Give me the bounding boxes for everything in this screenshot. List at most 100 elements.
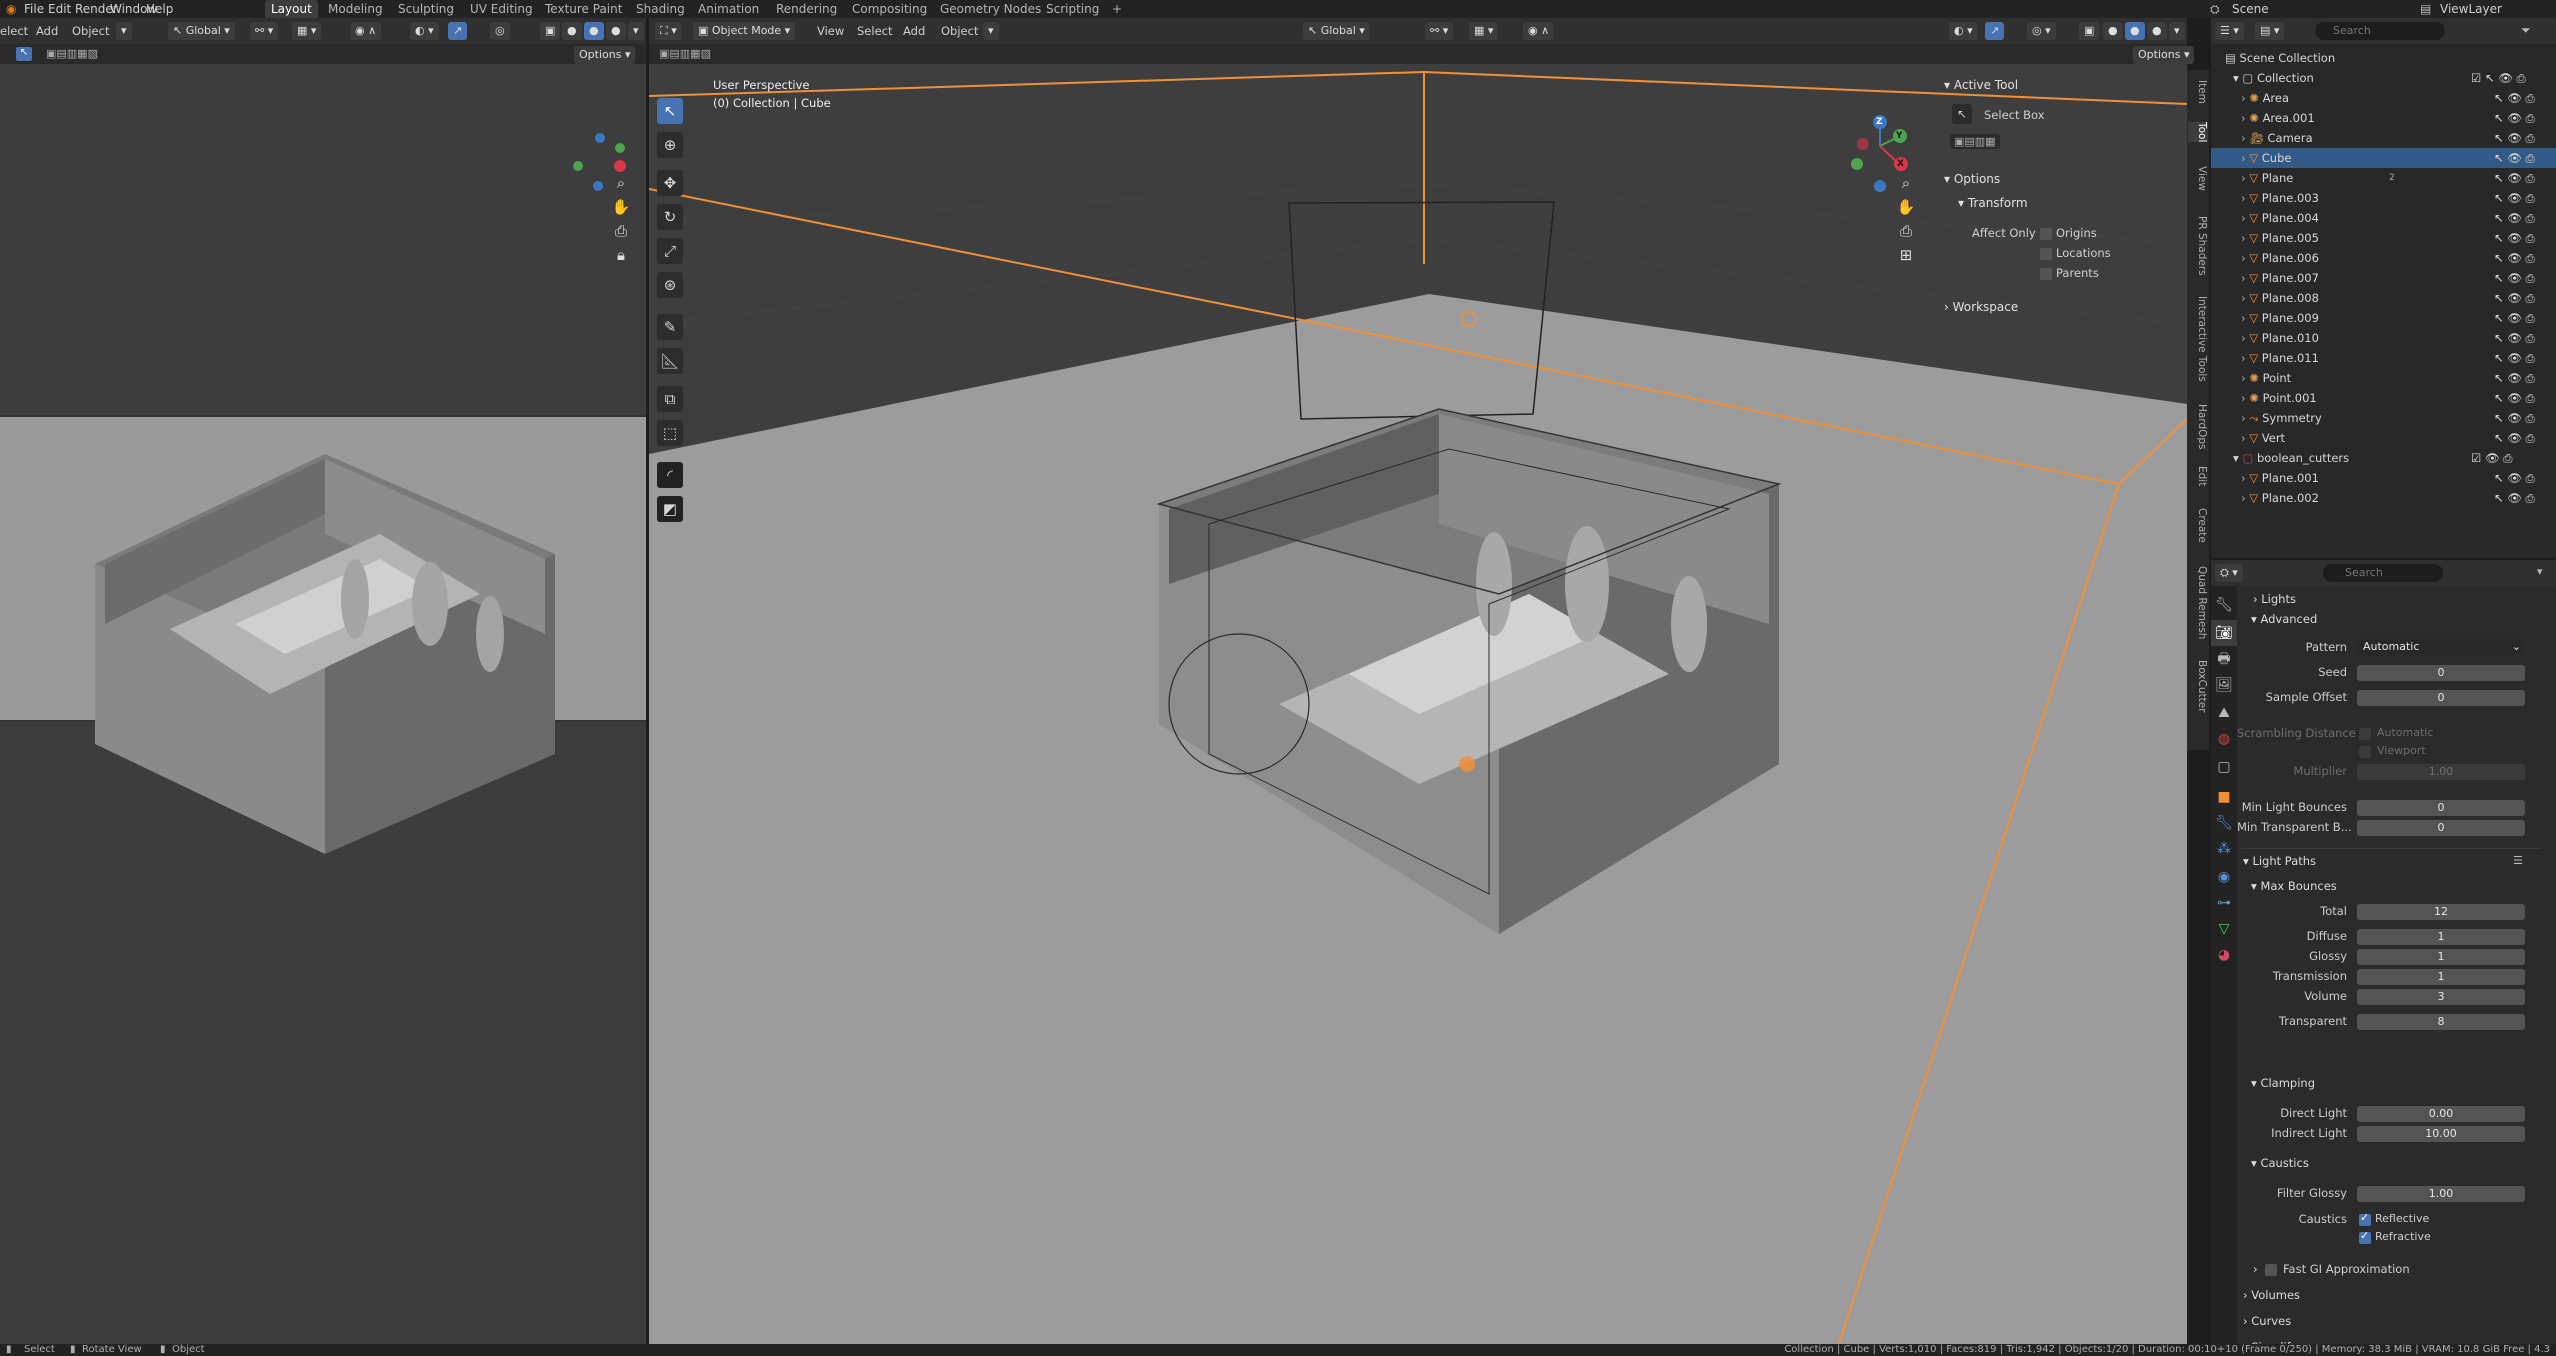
proportional-edit-button[interactable]: ◉ ∧ xyxy=(1523,22,1555,40)
menu-edit[interactable]: Edit xyxy=(48,1,71,17)
shading-options-button[interactable]: ▾ xyxy=(628,22,644,40)
min-light-bounces-field[interactable]: 0 xyxy=(2357,800,2525,816)
outliner-visibility-icons[interactable]: ↖ 👁︎ ⎙ xyxy=(2494,248,2535,268)
outliner-visibility-icons[interactable]: ↖ 👁︎ ⎙ xyxy=(2494,168,2535,188)
tab-pr-shaders[interactable]: PR Shaders xyxy=(2188,216,2208,276)
snap-dropdown[interactable]: ▦ ▾ xyxy=(292,22,322,40)
outliner-item[interactable]: › ▽ Plane.006 ↖ 👁︎ ⎙ xyxy=(2211,248,2556,268)
editor-options-dropdown[interactable]: ▾ xyxy=(983,22,999,40)
tab-item[interactable]: Item xyxy=(2188,80,2208,104)
menu-add[interactable]: Add xyxy=(36,24,58,38)
camera-view-icon[interactable]: ⎙ xyxy=(1895,220,1917,242)
curves-panel[interactable]: › Curves xyxy=(2243,1314,2291,1328)
outliner-visibility-icons[interactable]: ↖ 👁︎ ⎙ xyxy=(2494,208,2535,228)
min-transparent-bounces-field[interactable]: 0 xyxy=(2357,820,2525,836)
bounce-field[interactable]: 1 xyxy=(2357,929,2525,945)
menu-select[interactable]: Select xyxy=(857,24,892,38)
outliner-item[interactable]: › ▽ Plane.001 ↖ 👁︎ ⎙ xyxy=(2211,468,2556,488)
physics-icon[interactable]: ◉ xyxy=(2211,864,2237,890)
tab-scripting[interactable]: Scripting xyxy=(1040,0,1105,18)
outliner-item[interactable]: › ✺ Area.001 ↖ 👁︎ ⎙ xyxy=(2211,108,2556,128)
constraints-icon[interactable]: ⊶ xyxy=(2211,890,2237,916)
menu-object[interactable]: Object xyxy=(941,24,978,38)
collection-row[interactable]: ▾ ▢ Collection ☑ ↖ 👁︎ ⎙ xyxy=(2211,68,2556,88)
editor-type-dropdown[interactable]: ⛶ ▾ xyxy=(655,22,682,40)
shading-solid-button[interactable]: ● xyxy=(562,22,582,40)
outliner-item[interactable]: › ⤳ Symmetry ↖ 👁︎ ⎙ xyxy=(2211,408,2556,428)
scene-icon[interactable]: ⛭ xyxy=(2210,1,2220,17)
lights-subpanel[interactable]: › Lights xyxy=(2253,592,2296,606)
transform-header[interactable]: ▾ Transform xyxy=(1958,196,2028,210)
presets-list-icon[interactable]: ☰ xyxy=(2513,854,2523,867)
shading-material-button[interactable]: ● xyxy=(2125,22,2145,40)
outliner-item[interactable]: › ▽ Cube ↖ 👁︎ ⎙ xyxy=(2211,148,2556,168)
material-properties-icon[interactable]: ◕ xyxy=(2211,942,2237,968)
fast-gi-checkbox[interactable] xyxy=(2265,1264,2277,1276)
advanced-subpanel[interactable]: ▾ Advanced xyxy=(2251,612,2317,626)
scene-name[interactable]: Scene xyxy=(2232,1,2269,17)
visibility-dropdown[interactable]: ◐ ▾ xyxy=(410,22,439,40)
options-button[interactable]: Options ▾ xyxy=(2133,46,2195,64)
outliner-visibility-icons[interactable]: ↖ 👁︎ ⎙ xyxy=(2494,408,2535,428)
outliner-item[interactable]: › ▽ Plane.008 ↖ 👁︎ ⎙ xyxy=(2211,288,2556,308)
tab-quad-remesh[interactable]: Quad Remesh xyxy=(2188,566,2208,639)
gizmo-toggle[interactable]: ↗ xyxy=(1985,22,2005,40)
tab-boxcutter[interactable]: BoxCutter xyxy=(2188,660,2208,713)
filter-icon[interactable]: ⏷ xyxy=(2521,23,2531,38)
mode-dropdown[interactable]: ▣ Object Mode ▾ xyxy=(693,22,796,40)
tab-interactive-tools[interactable]: Interactive Tools xyxy=(2188,296,2208,382)
overlays-toggle[interactable]: ◎ ▾ xyxy=(2027,22,2056,40)
shading-rendered-button[interactable]: ● xyxy=(606,22,626,40)
tab-modeling[interactable]: Modeling xyxy=(322,0,389,18)
outliner-search-input[interactable]: Search xyxy=(2315,22,2445,40)
clamping-subpanel[interactable]: ▾ Clamping xyxy=(2251,1076,2315,1090)
menu-object[interactable]: Object xyxy=(72,24,109,38)
tab-edit[interactable]: Edit xyxy=(2188,466,2208,486)
locations-checkbox[interactable] xyxy=(2040,248,2052,260)
outliner-item[interactable]: › ▽ Plane ↖ 👁︎ ⎙ 2 xyxy=(2211,168,2556,188)
world-properties-icon[interactable]: ◍ xyxy=(2211,726,2237,752)
transform-tool-icon[interactable]: ⊛ xyxy=(657,272,683,298)
outliner-item[interactable]: › ▽ Plane.009 ↖ 👁︎ ⎙ xyxy=(2211,308,2556,328)
scrambling-viewport-checkbox[interactable] xyxy=(2359,746,2371,758)
gizmo-y-label[interactable]: Y xyxy=(1896,131,1903,141)
display-mode-dropdown[interactable]: ▤ ▾ xyxy=(2255,22,2285,40)
outliner-item[interactable]: › ▽ Plane.011 ↖ 👁︎ ⎙ xyxy=(2211,348,2556,368)
outliner-visibility-icons[interactable]: ↖ 👁︎ ⎙ xyxy=(2494,128,2535,148)
lock-icon[interactable]: 🔒︎ xyxy=(610,244,632,266)
seed-field[interactable]: 0 xyxy=(2357,665,2525,681)
tab-compositing[interactable]: Compositing xyxy=(846,0,933,18)
box-cutter-tool-icon[interactable]: ⬚ xyxy=(657,420,683,446)
tab-view[interactable]: View xyxy=(2188,166,2208,191)
output-properties-icon[interactable]: 🖶︎ xyxy=(2211,646,2237,672)
tab-rendering[interactable]: Rendering xyxy=(770,0,843,18)
left-viewport[interactable]: elect Add Object ▾ ↖ Global ▾ ⚯ ▾ ▦ ▾ ◉ … xyxy=(0,18,646,1344)
editor-type-dropdown[interactable]: ☰ ▾ xyxy=(2215,22,2244,40)
light-paths-panel[interactable]: ▾ Light Paths xyxy=(2243,854,2316,868)
annotate-tool-icon[interactable]: ✎ xyxy=(657,314,683,340)
outliner-visibility-icons[interactable]: ↖ 👁︎ ⎙ xyxy=(2494,468,2535,488)
outliner-visibility-icons[interactable]: ↖ 👁︎ ⎙ xyxy=(2494,308,2535,328)
selection-mode-buttons[interactable]: ▣▤▥▦▧ xyxy=(46,47,98,60)
render-properties-icon[interactable]: 📷︎ xyxy=(2211,620,2237,646)
measure-tool-icon[interactable]: 📐︎ xyxy=(657,348,683,374)
outliner-visibility-icons[interactable]: ↖ 👁︎ ⎙ xyxy=(2494,88,2535,108)
orientation-dropdown[interactable]: ↖ Global ▾ xyxy=(1303,22,1370,40)
pan-hand-icon[interactable]: ✋ xyxy=(1895,196,1917,218)
add-workspace-button[interactable]: + xyxy=(1106,0,1128,18)
view-layer-icon[interactable]: 🖼︎ xyxy=(2211,672,2237,698)
options-header[interactable]: ▾ Options xyxy=(1944,172,2000,186)
origins-checkbox[interactable] xyxy=(2040,228,2052,240)
menu-add[interactable]: Add xyxy=(903,24,925,38)
gizmo-z-label[interactable]: Z xyxy=(1876,117,1883,127)
move-tool-icon[interactable]: ✥ xyxy=(657,170,683,196)
outliner-visibility-icons[interactable]: ↖ 👁︎ ⎙ xyxy=(2494,348,2535,368)
active-tool-header[interactable]: ▾ Active Tool xyxy=(1944,78,2018,92)
caustics-subpanel[interactable]: ▾ Caustics xyxy=(2251,1156,2309,1170)
menu-view[interactable]: View xyxy=(817,24,844,38)
selection-mode-buttons[interactable]: ▣▤▥▦▧ xyxy=(659,47,711,60)
tab-animation[interactable]: Animation xyxy=(692,0,765,18)
pivot-dropdown[interactable]: ⚯ ▾ xyxy=(1425,22,1454,40)
bounce-field[interactable]: 1 xyxy=(2357,949,2525,965)
outliner-item[interactable]: › ▽ Plane.002 ↖ 👁︎ ⎙ xyxy=(2211,488,2556,508)
